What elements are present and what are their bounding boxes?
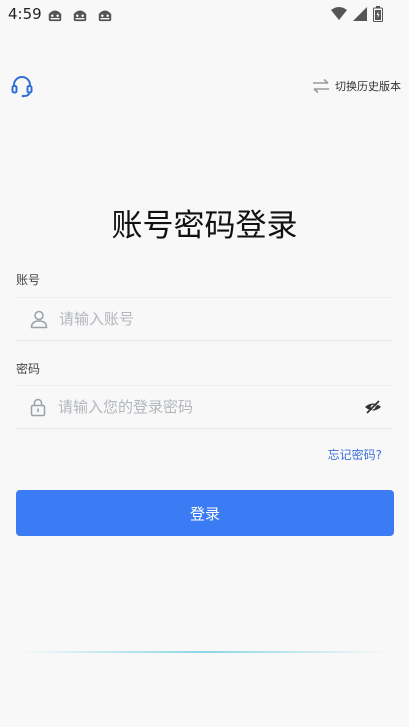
- account-input[interactable]: [57, 303, 392, 335]
- status-time: 4:59: [8, 5, 42, 23]
- switch-version-button[interactable]: 切换历史版本: [311, 78, 401, 94]
- switch-version-label: 切换历史版本: [335, 80, 401, 93]
- android-notification-icon: [73, 10, 87, 22]
- forgot-password-link[interactable]: 忘记密码?: [328, 446, 382, 463]
- password-label: 密码: [16, 362, 41, 376]
- android-notification-icon: [48, 10, 62, 22]
- decorative-divider: [20, 651, 388, 653]
- eye-closed-icon[interactable]: [364, 398, 382, 416]
- account-label: 账号: [16, 273, 41, 287]
- android-notification-icon: [98, 10, 112, 22]
- account-field: [16, 297, 392, 341]
- password-field: [16, 385, 392, 429]
- password-input[interactable]: [56, 391, 364, 423]
- status-bar: 4:59: [0, 0, 409, 28]
- wifi-icon: [331, 7, 347, 20]
- page-title: 账号密码登录: [111, 208, 298, 244]
- signal-icon: [353, 7, 367, 21]
- headset-icon[interactable]: [10, 74, 34, 98]
- login-button[interactable]: 登录: [16, 490, 394, 536]
- user-icon: [30, 310, 48, 329]
- battery-icon: [373, 6, 383, 22]
- swap-arrows-icon: [313, 78, 329, 94]
- lock-icon: [30, 398, 46, 417]
- status-right-icons: [331, 4, 383, 24]
